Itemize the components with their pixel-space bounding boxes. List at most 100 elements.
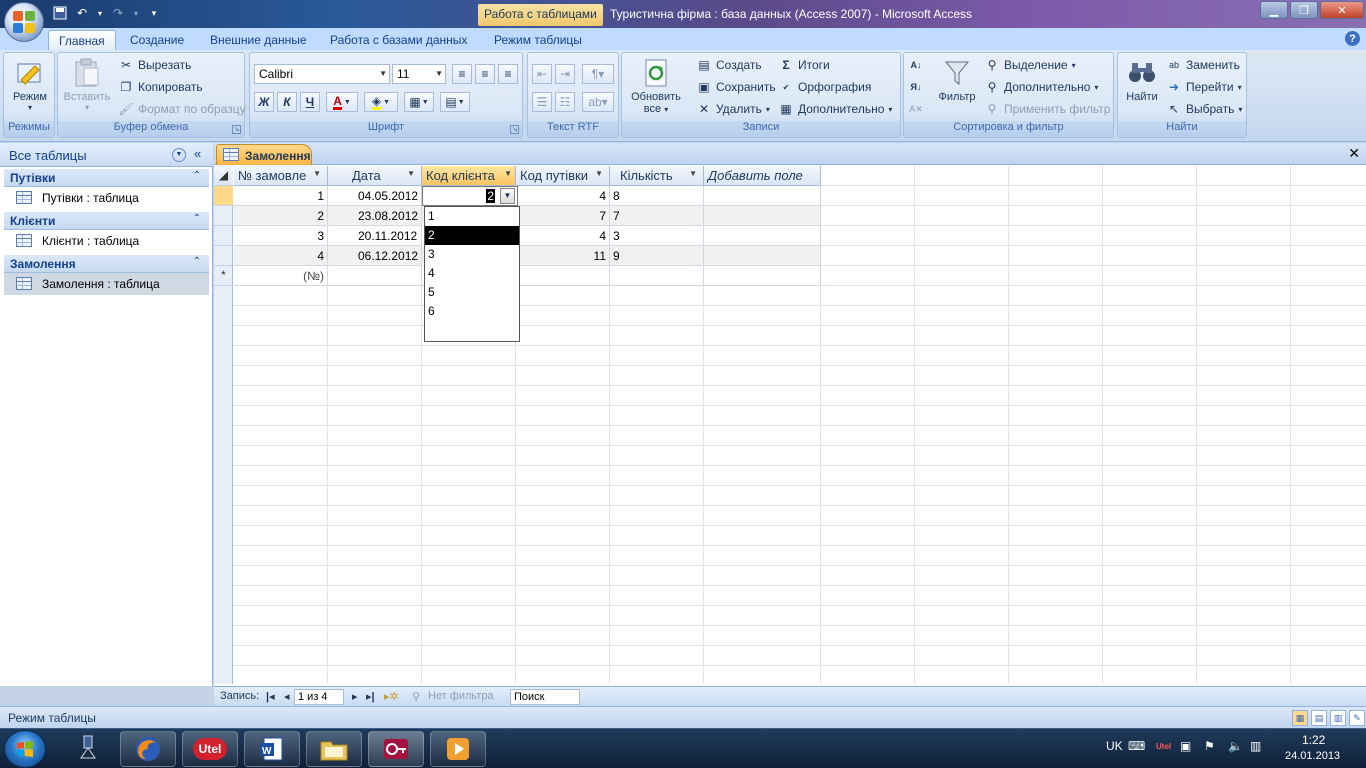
highlight-button[interactable]: ab▾ bbox=[582, 92, 614, 112]
cell-order-no[interactable]: 3 bbox=[234, 226, 328, 246]
taskbar-explorer[interactable] bbox=[306, 731, 362, 767]
align-right-button[interactable]: ≡ bbox=[498, 64, 518, 84]
help-icon[interactable]: ? bbox=[1345, 31, 1360, 46]
cell-order-no[interactable]: 4 bbox=[234, 246, 328, 266]
paste-button[interactable]: Вставить ▾ bbox=[62, 57, 112, 112]
cell-new-date[interactable] bbox=[328, 266, 422, 286]
cell-tour-code[interactable]: 4 bbox=[516, 186, 610, 206]
bold-button[interactable]: Ж bbox=[254, 92, 274, 112]
sort-descending-button[interactable]: Я↓ bbox=[908, 77, 924, 97]
chevron-down-icon[interactable]: ▼ bbox=[313, 169, 321, 178]
dropdown-option-selected[interactable]: 2 bbox=[425, 226, 519, 245]
customize-qat-icon[interactable]: ▾ bbox=[146, 5, 162, 21]
nav-item-zamolennia-table[interactable]: Замолення : таблица bbox=[4, 273, 209, 295]
chevron-down-icon[interactable]: ▼ bbox=[500, 188, 515, 204]
clipboard-launcher-icon[interactable]: ↘ bbox=[232, 125, 241, 134]
cell-new-quantity[interactable] bbox=[610, 266, 704, 286]
chevron-down-icon[interactable]: ▼ bbox=[172, 148, 186, 162]
filter-status[interactable]: Нет фильтра bbox=[428, 690, 494, 702]
cell-add-field[interactable] bbox=[704, 246, 821, 266]
cell-quantity[interactable]: 9 bbox=[610, 246, 704, 266]
language-indicator[interactable]: UK bbox=[1106, 739, 1123, 753]
dropdown-option[interactable]: 6 bbox=[425, 302, 519, 321]
row-selector-4[interactable] bbox=[214, 246, 233, 266]
view-button[interactable]: Режим ▾ bbox=[8, 57, 52, 112]
cell-date[interactable]: 23.08.2012 bbox=[328, 206, 422, 226]
copy-button[interactable]: ❐ Копировать bbox=[118, 77, 203, 97]
redo-icon[interactable]: ↷ bbox=[110, 5, 126, 21]
new-record-icon[interactable]: ▸✲ bbox=[384, 690, 399, 703]
cell-add-field[interactable] bbox=[704, 206, 821, 226]
font-launcher-icon[interactable]: ↘ bbox=[510, 125, 519, 134]
cell-date[interactable]: 20.11.2012 bbox=[328, 226, 422, 246]
totals-button[interactable]: Σ Итоги bbox=[778, 55, 829, 75]
toggle-filter-button[interactable]: ⚲ Применить фильтр bbox=[984, 99, 1111, 119]
cell-tour-code[interactable]: 4 bbox=[516, 226, 610, 246]
tab-create[interactable]: Создание bbox=[120, 30, 194, 50]
taskbar-word[interactable]: W bbox=[244, 731, 300, 767]
document-tab-zamolennia[interactable]: Замолення bbox=[216, 144, 312, 165]
paragraph-direction-button[interactable]: ¶▾ bbox=[582, 64, 614, 84]
collapse-group-icon[interactable]: ⌃ bbox=[193, 213, 201, 224]
nav-item-putivky-table[interactable]: Путівки : таблица bbox=[4, 187, 209, 209]
clear-sort-button[interactable]: A✕ bbox=[908, 99, 924, 119]
collapse-pane-icon[interactable]: « bbox=[194, 146, 201, 161]
gridlines-button[interactable]: ▦ ▼ bbox=[404, 92, 434, 112]
cell-order-no[interactable]: 1 bbox=[234, 186, 328, 206]
undo-icon[interactable]: ↶ bbox=[74, 5, 90, 21]
no-filter-icon[interactable]: ⚲ bbox=[412, 690, 420, 703]
datasheet-grid[interactable]: ◢ * № замовле ▼ Дата ▼ Код клієнта ▼ Код… bbox=[214, 166, 1366, 684]
spelling-button[interactable]: ✔ Орфография bbox=[778, 77, 872, 97]
replace-button[interactable]: ab Заменить bbox=[1166, 55, 1240, 75]
search-input[interactable]: Поиск bbox=[510, 689, 580, 705]
office-button[interactable] bbox=[4, 2, 44, 42]
maximize-button[interactable]: ❐ bbox=[1290, 1, 1318, 19]
selection-button[interactable]: ⚲ Выделение ▾ bbox=[984, 55, 1076, 75]
select-all-button[interactable]: ◢ bbox=[214, 166, 233, 186]
current-record-field[interactable]: 1 из 4 bbox=[294, 689, 344, 705]
taskbar-access[interactable] bbox=[368, 731, 424, 767]
new-row-selector[interactable]: * bbox=[214, 266, 233, 286]
underline-button[interactable]: Ч bbox=[300, 92, 320, 112]
tab-database-tools[interactable]: Работа с базами данных bbox=[320, 30, 477, 50]
goto-button[interactable]: ➜ Перейти ▾ bbox=[1166, 77, 1242, 97]
advanced-filter-button[interactable]: ⚲ Дополнительно ▾ bbox=[984, 77, 1099, 97]
network-icon[interactable]: ▥ bbox=[1250, 739, 1261, 753]
column-header-client-code[interactable]: Код клієнта ▼ bbox=[422, 166, 516, 186]
bullets-button[interactable]: ☷ bbox=[555, 92, 575, 112]
client-code-combo-editor[interactable]: 2 ▼ bbox=[422, 186, 518, 206]
save-record-button[interactable]: ▣ Сохранить bbox=[696, 77, 775, 97]
row-selector-3[interactable] bbox=[214, 226, 233, 246]
cell-tour-code[interactable]: 7 bbox=[516, 206, 610, 226]
last-record-icon[interactable]: ▸| bbox=[366, 690, 375, 703]
dropdown-option[interactable]: 3 bbox=[425, 245, 519, 264]
nav-group-klienty[interactable]: Клієнти ⌃ bbox=[4, 212, 209, 230]
dropdown-option[interactable]: 5 bbox=[425, 283, 519, 302]
chevron-down-icon[interactable]: ▼ bbox=[407, 169, 415, 178]
row-selector-2[interactable] bbox=[214, 206, 233, 226]
previous-record-icon[interactable]: ◂ bbox=[284, 690, 290, 703]
datasheet-view-icon[interactable]: ▦ bbox=[1292, 710, 1308, 726]
screen-tray-icon[interactable]: ▣ bbox=[1180, 739, 1191, 753]
fill-color-button[interactable]: ◈ ▼ bbox=[364, 92, 398, 112]
column-header-quantity[interactable]: Кількість ▼ bbox=[610, 166, 704, 186]
sort-ascending-button[interactable]: A↓ bbox=[908, 55, 924, 75]
font-color-button[interactable]: A ▼ bbox=[326, 92, 358, 112]
cell-date[interactable]: 04.05.2012 bbox=[328, 186, 422, 206]
cell-tour-code[interactable]: 11 bbox=[516, 246, 610, 266]
find-button[interactable]: Найти bbox=[1122, 57, 1162, 103]
tab-external-data[interactable]: Внешние данные bbox=[200, 30, 317, 50]
cell-new-tour-code[interactable] bbox=[516, 266, 610, 286]
chevron-down-icon[interactable]: ▼ bbox=[689, 169, 697, 178]
numbering-button[interactable]: ☰ bbox=[532, 92, 552, 112]
cell-quantity[interactable]: 8 bbox=[610, 186, 704, 206]
dropdown-option[interactable]: 1 bbox=[425, 207, 519, 226]
cell-date[interactable]: 06.12.2012 bbox=[328, 246, 422, 266]
cell-new-order-no[interactable]: (№) bbox=[234, 266, 328, 286]
undo-dropdown-icon[interactable]: ▾ bbox=[96, 5, 104, 21]
align-left-button[interactable]: ≡ bbox=[452, 64, 472, 84]
collapse-group-icon[interactable]: ⌃ bbox=[193, 170, 201, 181]
new-record-button[interactable]: ▤ Создать bbox=[696, 55, 761, 75]
more-records-button[interactable]: ▦ Дополнительно ▾ bbox=[778, 99, 892, 119]
cell-new-add-field[interactable] bbox=[704, 266, 821, 286]
